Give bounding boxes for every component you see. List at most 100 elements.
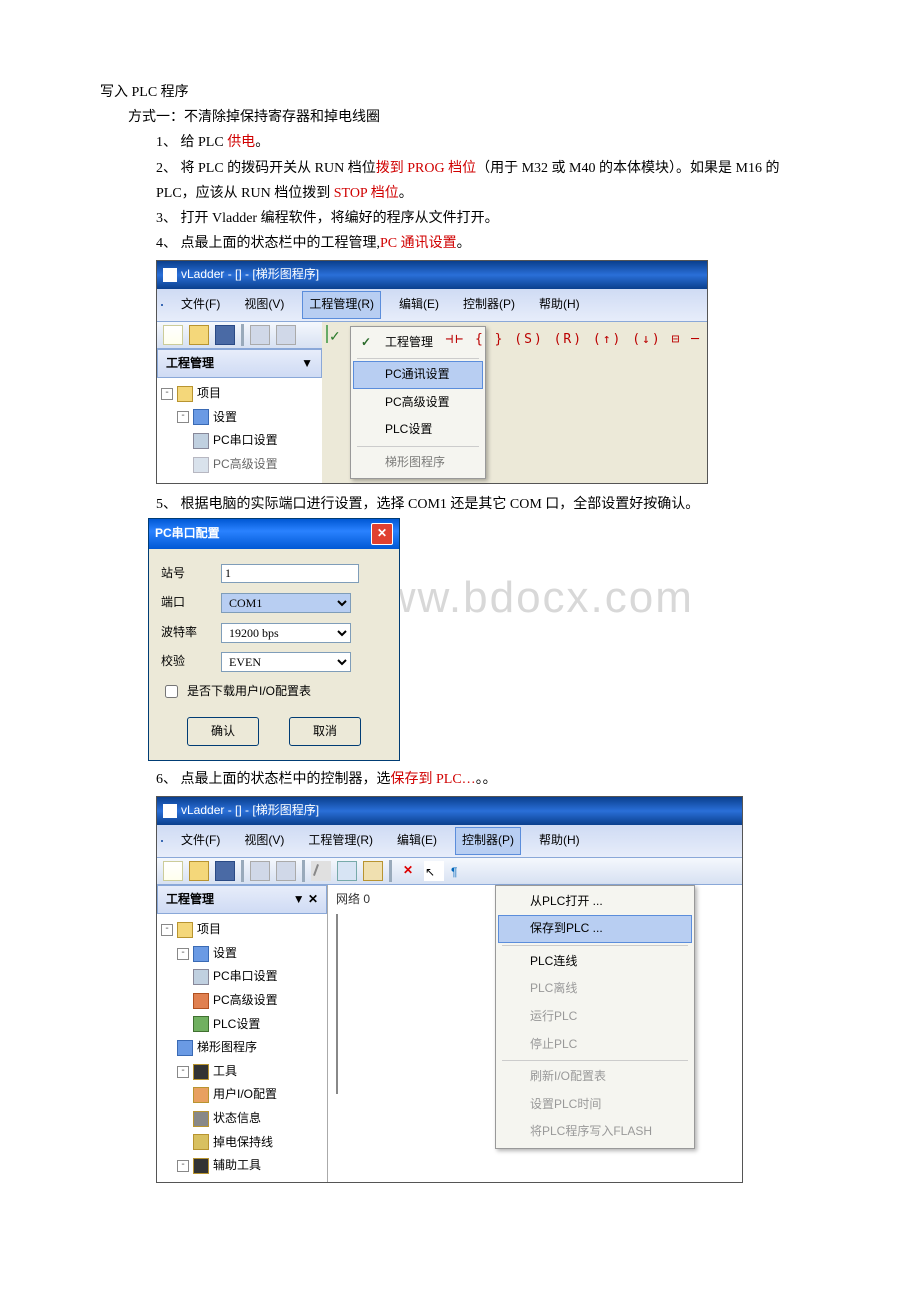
redo-icon[interactable] <box>276 861 296 881</box>
menu-item-set-time: 设置PLC时间 <box>498 1091 692 1119</box>
window-titlebar-2: vLadder - [] - [梯形图程序] <box>157 797 742 825</box>
tree-tools[interactable]: -工具 <box>177 1060 323 1084</box>
menu-help-2[interactable]: 帮助(H) <box>533 828 586 854</box>
step2-d: STOP 档位 <box>334 186 399 201</box>
tree-status[interactable]: 状态信息 <box>193 1107 323 1131</box>
ladder-toolbar-icons[interactable]: ⊣⊢ { } (S) (R) (↑) (↓) ⊟ ─ <box>446 328 702 351</box>
pointer-icon[interactable]: ↖ <box>424 861 444 881</box>
tree-settings-2[interactable]: - 设置 <box>177 942 323 966</box>
download-io-checkbox[interactable] <box>165 685 178 698</box>
cancel-button[interactable]: 取消 <box>289 717 361 747</box>
tree-project-2[interactable]: -项目 <box>161 918 323 942</box>
dialog-titlebar: PC串口配置 ✕ <box>149 519 399 549</box>
insert-icon[interactable]: ¶ <box>450 861 470 881</box>
delete-icon[interactable]: ✕ <box>398 861 418 881</box>
io-icon <box>193 1087 209 1103</box>
new-icon[interactable] <box>163 861 183 881</box>
new-icon[interactable] <box>163 325 183 345</box>
menu-item-pc-advanced[interactable]: PC高级设置 <box>353 389 483 417</box>
settings-folder-icon <box>193 409 209 425</box>
tree-pc-advanced[interactable]: PC高级设置 <box>193 453 318 477</box>
paste-icon[interactable] <box>363 861 383 881</box>
menu-item-plc-connect[interactable]: PLC连线 <box>498 948 692 976</box>
menu-edit-2[interactable]: 编辑(E) <box>391 828 443 854</box>
tree-plc-settings[interactable]: PLC设置 <box>193 1013 323 1037</box>
separator <box>241 324 244 346</box>
menu-item-ladder-prog[interactable]: 梯形图程序 <box>353 449 483 477</box>
project-tree-2: -项目 - 设置 PC串口设置 PC高级设置 PLC设置 梯形图程序 -工具 用户… <box>157 914 327 1182</box>
step1-text-c: 。 <box>255 135 269 150</box>
menu-project[interactable]: 工程管理(R) <box>302 291 381 319</box>
expand-icon[interactable]: - <box>177 1066 189 1078</box>
panel-dropdown-icon[interactable]: ▼ <box>301 353 313 375</box>
check-icon[interactable] <box>326 325 328 343</box>
step-4: 4、 点最上面的状态栏中的工程管理,PC 通讯设置。 <box>156 231 820 256</box>
gear-icon <box>193 993 209 1009</box>
save-icon[interactable] <box>215 861 235 881</box>
menu-project-2[interactable]: 工程管理(R) <box>302 828 379 854</box>
tree-settings-label: 设置 <box>213 407 237 429</box>
undo-icon[interactable] <box>250 325 270 345</box>
expand-icon[interactable]: - <box>177 411 189 423</box>
tree-label: 用户I/O配置 <box>213 1084 277 1106</box>
open-icon[interactable] <box>189 861 209 881</box>
label-parity: 校验 <box>161 651 221 673</box>
redo-icon[interactable] <box>276 325 296 345</box>
step2-a: 2、 将 PLC 的拨码开关从 RUN 档位 <box>156 161 376 176</box>
open-icon[interactable] <box>189 325 209 345</box>
step6-b: 保存到 PLC… <box>391 772 476 787</box>
window-control-icon[interactable] <box>161 304 163 306</box>
tree-user-io[interactable]: 用户I/O配置 <box>193 1083 323 1107</box>
tree-pc-advanced-2[interactable]: PC高级设置 <box>193 989 323 1013</box>
undo-icon[interactable] <box>250 861 270 881</box>
menu-item-save-to-plc[interactable]: 保存到PLC ... <box>498 915 692 943</box>
window-titlebar: vLadder - [] - [梯形图程序] <box>157 261 707 289</box>
menu-file-2[interactable]: 文件(F) <box>175 828 226 854</box>
window-title-2: vLadder - [] - [梯形图程序] <box>181 800 319 822</box>
download-io-label: 是否下载用户I/O配置表 <box>187 681 311 703</box>
window-control-icon[interactable] <box>161 840 163 842</box>
expand-icon[interactable]: - <box>177 1160 189 1172</box>
menu-view[interactable]: 视图(V) <box>238 292 290 318</box>
tree-ladder[interactable]: 梯形图程序 <box>177 1036 323 1060</box>
station-input[interactable] <box>221 564 359 583</box>
tree-settings[interactable]: - 设置 <box>177 406 318 430</box>
menu-item-pc-comm[interactable]: PC通讯设置 <box>353 361 483 389</box>
menu-edit[interactable]: 编辑(E) <box>393 292 445 318</box>
menu-view-2[interactable]: 视图(V) <box>238 828 290 854</box>
tree-pc-serial-2[interactable]: PC串口设置 <box>193 965 323 989</box>
tree-project-label: 项目 <box>197 383 221 405</box>
expand-icon[interactable]: - <box>177 948 189 960</box>
parity-select[interactable]: EVEN <box>221 652 351 672</box>
copy-icon[interactable] <box>337 861 357 881</box>
menu-item-run-plc: 运行PLC <box>498 1003 692 1031</box>
menu-item-plc-settings[interactable]: PLC设置 <box>353 416 483 444</box>
panel-controls[interactable]: ▼ ✕ <box>293 889 318 911</box>
menu-help[interactable]: 帮助(H) <box>533 292 586 318</box>
doc-title: 写入 PLC 程序 <box>100 80 820 105</box>
tree-aux-tools[interactable]: -辅助工具 <box>177 1154 323 1178</box>
expand-icon[interactable]: - <box>161 388 173 400</box>
menu-controller-2[interactable]: 控制器(P) <box>455 827 521 855</box>
port-select[interactable]: COM1 <box>221 593 351 613</box>
cut-icon[interactable] <box>311 861 331 881</box>
tree-label: 设置 <box>213 943 237 965</box>
close-button[interactable]: ✕ <box>371 523 393 545</box>
method1-heading: 方式一：不清除掉保持寄存器和掉电线圈 <box>128 105 820 130</box>
menu-file[interactable]: 文件(F) <box>175 292 226 318</box>
expand-icon[interactable]: - <box>161 924 173 936</box>
baud-select[interactable]: 19200 bps <box>221 623 351 643</box>
tree-label: PC串口设置 <box>213 966 278 988</box>
menu-item-refresh-io: 刷新I/O配置表 <box>498 1063 692 1091</box>
step2-e: 。 <box>399 186 413 201</box>
tree-project[interactable]: - 项目 <box>161 382 318 406</box>
save-icon[interactable] <box>215 325 235 345</box>
step-2: 2、 将 PLC 的拨码开关从 RUN 档位拨到 PROG 档位（用于 M32 … <box>156 156 820 206</box>
menu-item-open-from-plc[interactable]: 从PLC打开 ... <box>498 888 692 916</box>
project-panel-header: 工程管理 ▼ <box>157 349 322 379</box>
ok-button[interactable]: 确认 <box>187 717 259 747</box>
label-port: 端口 <box>161 592 221 614</box>
tree-pc-serial[interactable]: PC串口设置 <box>193 429 318 453</box>
tree-retain[interactable]: 掉电保持线 <box>193 1131 323 1155</box>
menu-controller[interactable]: 控制器(P) <box>457 292 521 318</box>
